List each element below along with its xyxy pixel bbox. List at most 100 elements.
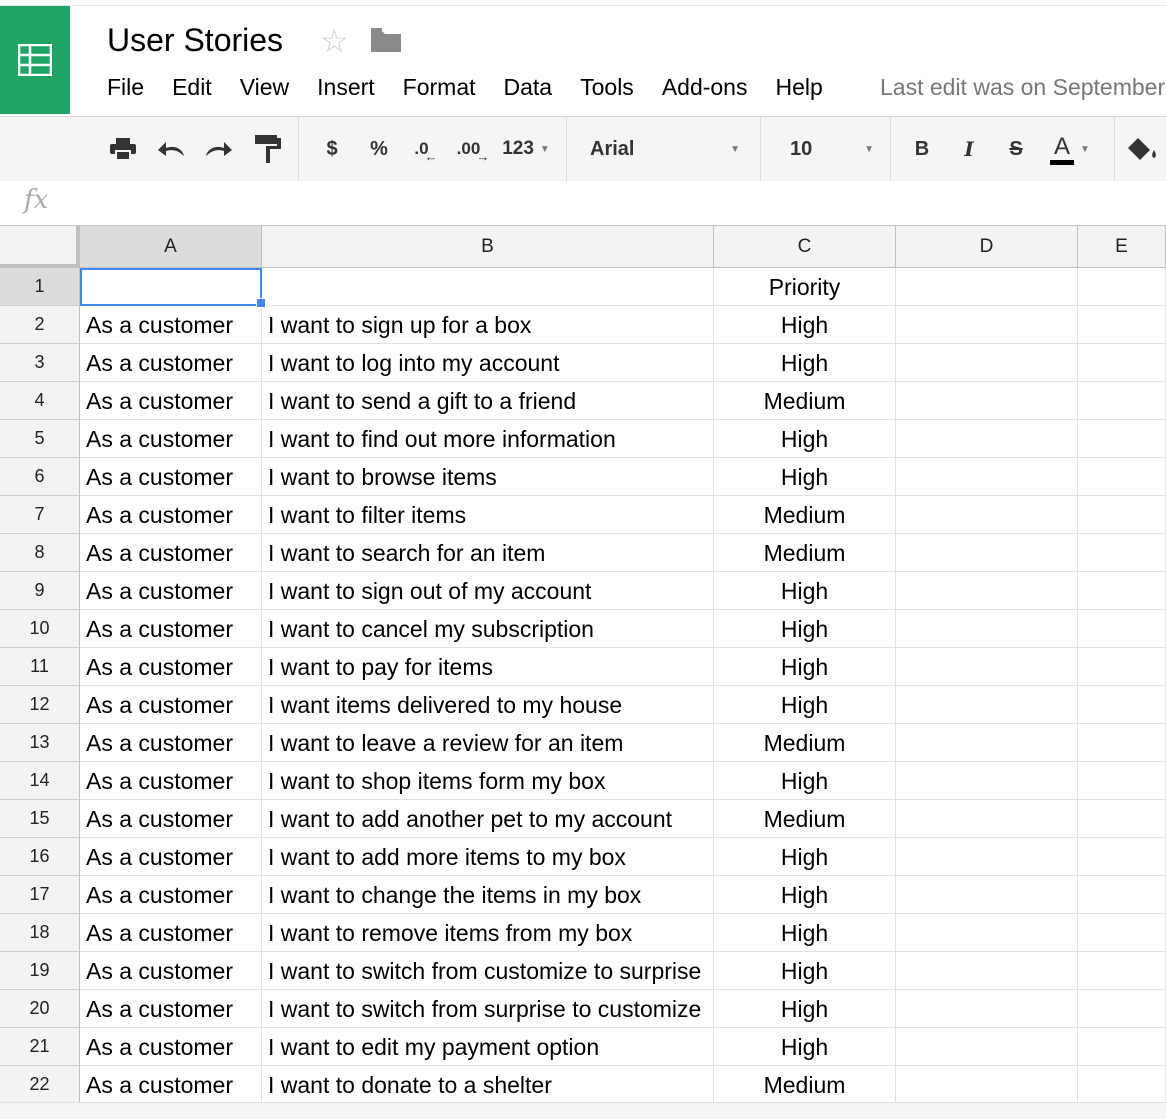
cell-a[interactable]: As a customer — [80, 914, 262, 952]
font-size-dropdown[interactable]: 10 ▼ — [790, 117, 874, 181]
cell-e[interactable] — [1078, 838, 1166, 876]
cell-a[interactable]: As a customer — [80, 952, 262, 990]
row-header[interactable]: 10 — [0, 610, 80, 648]
cell-c[interactable]: High — [714, 420, 896, 458]
row-header[interactable]: 14 — [0, 762, 80, 800]
cell-d[interactable] — [896, 458, 1078, 496]
cell-e[interactable] — [1078, 990, 1166, 1028]
cell-a[interactable]: As a customer — [80, 344, 262, 382]
cell-a[interactable]: As a customer — [80, 420, 262, 458]
menu-help[interactable]: Help — [775, 72, 822, 102]
cell-c[interactable]: High — [714, 1028, 896, 1066]
cell-e[interactable] — [1078, 344, 1166, 382]
more-formats-dropdown[interactable]: 123 ▼ — [498, 117, 554, 181]
currency-format-button[interactable]: $ — [318, 117, 346, 181]
font-family-dropdown[interactable]: Arial ▼ — [590, 117, 740, 181]
cell-e[interactable] — [1078, 724, 1166, 762]
paint-format-icon[interactable] — [252, 117, 284, 181]
cell-a[interactable]: As a customer — [80, 1028, 262, 1066]
cell-e[interactable] — [1078, 800, 1166, 838]
cell-b[interactable]: I want to pay for items — [262, 648, 714, 686]
cell-d[interactable] — [896, 306, 1078, 344]
column-header-a[interactable]: A — [80, 226, 262, 268]
row-header[interactable]: 20 — [0, 990, 80, 1028]
cell-b[interactable]: I want to change the items in my box — [262, 876, 714, 914]
cell-e[interactable] — [1078, 1066, 1166, 1104]
cell-c[interactable]: High — [714, 762, 896, 800]
cell-c[interactable]: Medium — [714, 496, 896, 534]
redo-icon[interactable] — [202, 117, 234, 181]
cell-a[interactable]: As a customer — [80, 800, 262, 838]
cell-c[interactable]: High — [714, 648, 896, 686]
cell-a[interactable]: As a customer — [80, 724, 262, 762]
cell-a[interactable]: As a customer — [80, 648, 262, 686]
row-header[interactable]: 4 — [0, 382, 80, 420]
cell-d[interactable] — [896, 762, 1078, 800]
row-header[interactable]: 13 — [0, 724, 80, 762]
cell-a[interactable]: As a customer — [80, 1066, 262, 1104]
cell-c[interactable]: High — [714, 876, 896, 914]
cell-e[interactable] — [1078, 914, 1166, 952]
increase-decimal-button[interactable]: .00 → — [452, 117, 494, 181]
menu-data[interactable]: Data — [504, 72, 553, 102]
cell-c[interactable]: High — [714, 458, 896, 496]
column-header-e[interactable]: E — [1078, 226, 1166, 268]
cell-b[interactable]: I want to add another pet to my account — [262, 800, 714, 838]
row-header[interactable]: 5 — [0, 420, 80, 458]
menu-insert[interactable]: Insert — [317, 72, 375, 102]
select-all-corner[interactable] — [0, 226, 80, 268]
cell-e[interactable] — [1078, 534, 1166, 572]
cell-a[interactable]: As a customer — [80, 610, 262, 648]
cell-c[interactable]: High — [714, 344, 896, 382]
cell-d[interactable] — [896, 686, 1078, 724]
cell-a[interactable]: As a customer — [80, 534, 262, 572]
cell-e[interactable] — [1078, 382, 1166, 420]
cell-e[interactable] — [1078, 458, 1166, 496]
cell-a[interactable] — [80, 268, 262, 306]
cell-b[interactable]: I want to switch from surprise to custom… — [262, 990, 714, 1028]
cell-c[interactable]: Medium — [714, 534, 896, 572]
cell-a[interactable]: As a customer — [80, 838, 262, 876]
row-header[interactable]: 1 — [0, 268, 80, 306]
cell-b[interactable]: I want to add more items to my box — [262, 838, 714, 876]
cell-e[interactable] — [1078, 952, 1166, 990]
cell-b[interactable]: I want to donate to a shelter — [262, 1066, 714, 1104]
cell-e[interactable] — [1078, 572, 1166, 610]
star-icon[interactable]: ☆ — [320, 22, 349, 60]
column-header-b[interactable]: B — [262, 226, 714, 268]
folder-icon[interactable] — [371, 28, 401, 57]
cell-c[interactable]: Medium — [714, 1066, 896, 1104]
cell-d[interactable] — [896, 838, 1078, 876]
row-header[interactable]: 19 — [0, 952, 80, 990]
cell-d[interactable] — [896, 648, 1078, 686]
row-header[interactable]: 22 — [0, 1066, 80, 1104]
cell-e[interactable] — [1078, 420, 1166, 458]
cell-a[interactable]: As a customer — [80, 686, 262, 724]
strikethrough-button[interactable]: S — [1002, 117, 1030, 181]
column-header-c[interactable]: C — [714, 226, 896, 268]
document-title[interactable]: User Stories — [107, 22, 283, 59]
cell-d[interactable] — [896, 572, 1078, 610]
cell-a[interactable]: As a customer — [80, 762, 262, 800]
cell-b[interactable]: I want to sign up for a box — [262, 306, 714, 344]
cell-b[interactable]: I want to find out more information — [262, 420, 714, 458]
cell-c[interactable]: Medium — [714, 800, 896, 838]
row-header[interactable]: 9 — [0, 572, 80, 610]
cell-e[interactable] — [1078, 648, 1166, 686]
cell-e[interactable] — [1078, 686, 1166, 724]
decrease-decimal-button[interactable]: .0 ← — [408, 117, 444, 181]
cell-a[interactable]: As a customer — [80, 876, 262, 914]
cell-d[interactable] — [896, 610, 1078, 648]
cell-a[interactable]: As a customer — [80, 572, 262, 610]
cell-c[interactable]: High — [714, 610, 896, 648]
cell-b[interactable]: I want to leave a review for an item — [262, 724, 714, 762]
cell-c[interactable]: High — [714, 686, 896, 724]
row-header[interactable]: 15 — [0, 800, 80, 838]
print-icon[interactable] — [108, 117, 138, 181]
cell-a[interactable]: As a customer — [80, 496, 262, 534]
row-header[interactable]: 7 — [0, 496, 80, 534]
row-header[interactable]: 18 — [0, 914, 80, 952]
cell-e[interactable] — [1078, 762, 1166, 800]
row-header[interactable]: 21 — [0, 1028, 80, 1066]
cell-e[interactable] — [1078, 610, 1166, 648]
